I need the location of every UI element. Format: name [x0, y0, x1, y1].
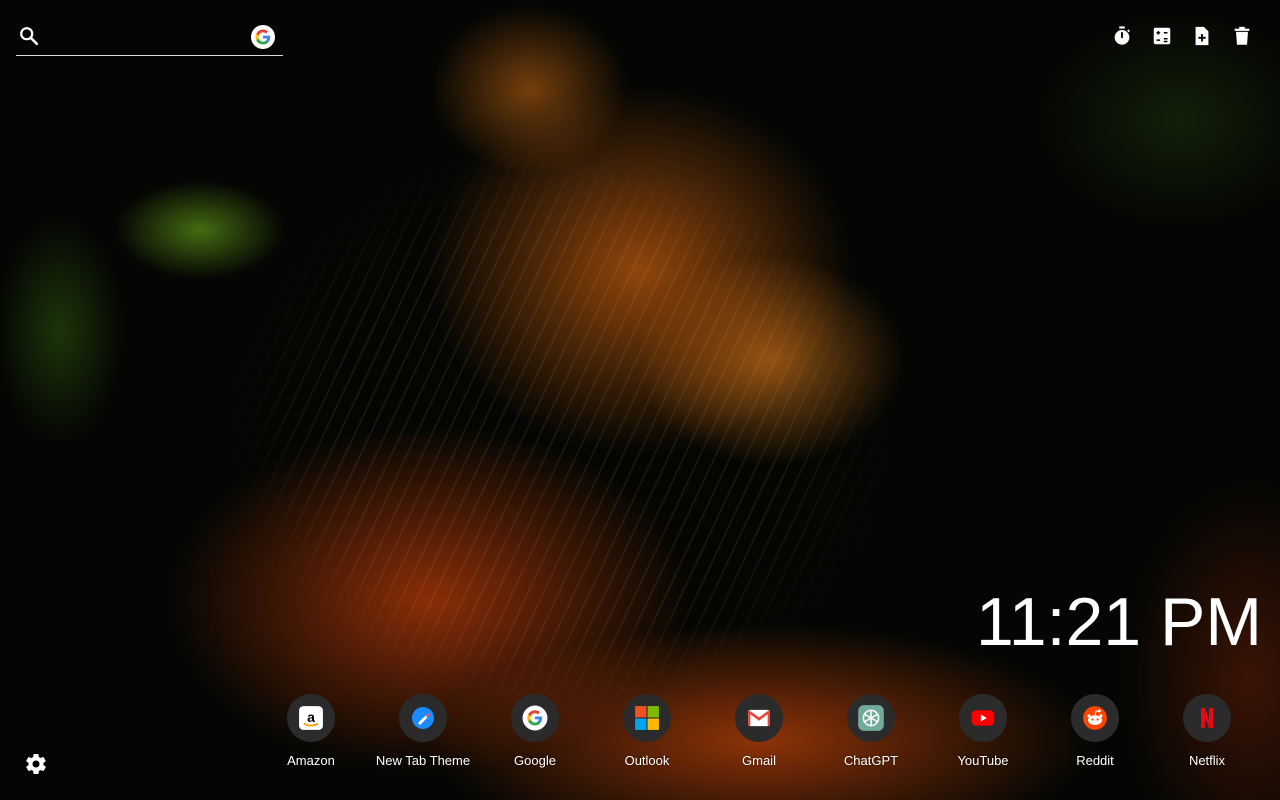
clock-time: 11:21 PM — [975, 584, 1262, 660]
amazon-icon: a — [287, 694, 335, 742]
toolbar — [1110, 24, 1254, 48]
shortcut-chatgpt[interactable]: ChatGPT — [815, 694, 927, 768]
trash-icon[interactable] — [1230, 24, 1254, 48]
shortcut-label: Google — [514, 753, 556, 768]
gear-icon[interactable] — [24, 752, 48, 776]
stopwatch-icon[interactable] — [1110, 24, 1134, 48]
search-input[interactable] — [52, 24, 246, 50]
calculator-icon[interactable] — [1150, 24, 1174, 48]
outlook-icon — [623, 694, 671, 742]
shortcut-reddit[interactable]: Reddit — [1039, 694, 1151, 768]
shortcut-netflix[interactable]: Netflix — [1151, 694, 1263, 768]
shortcut-google[interactable]: Google — [479, 694, 591, 768]
shortcut-youtube[interactable]: YouTube — [927, 694, 1039, 768]
reddit-icon — [1071, 694, 1119, 742]
google-g-icon[interactable] — [251, 25, 275, 49]
shortcut-label: ChatGPT — [843, 753, 899, 768]
shortcut-label: Amazon — [287, 753, 335, 768]
search-icon[interactable] — [18, 25, 40, 47]
shortcut-outlook[interactable]: Outlook — [591, 694, 703, 768]
shortcut-bar: a Amazon New Tab Theme Google Outlook Gm… — [255, 694, 1263, 768]
google-icon — [511, 694, 559, 742]
shortcut-label: New Tab Theme — [375, 753, 471, 768]
shortcut-new-tab-theme[interactable]: New Tab Theme — [367, 694, 479, 768]
youtube-icon — [959, 694, 1007, 742]
gmail-icon — [735, 694, 783, 742]
svg-text:a: a — [307, 709, 315, 725]
search-bar — [16, 18, 283, 56]
netflix-icon — [1183, 694, 1231, 742]
wallpaper-fur-texture — [0, 0, 1280, 800]
new-note-icon[interactable] — [1190, 24, 1214, 48]
new-tab-theme-icon — [399, 694, 447, 742]
shortcut-label: Reddit — [1076, 753, 1114, 768]
shortcut-gmail[interactable]: Gmail — [703, 694, 815, 768]
chatgpt-icon — [847, 694, 895, 742]
shortcut-label: Netflix — [1188, 753, 1226, 768]
shortcut-label: Outlook — [624, 753, 670, 768]
shortcut-label: Gmail — [742, 753, 776, 768]
shortcut-label: YouTube — [957, 753, 1009, 768]
shortcut-amazon[interactable]: a Amazon — [255, 694, 367, 768]
